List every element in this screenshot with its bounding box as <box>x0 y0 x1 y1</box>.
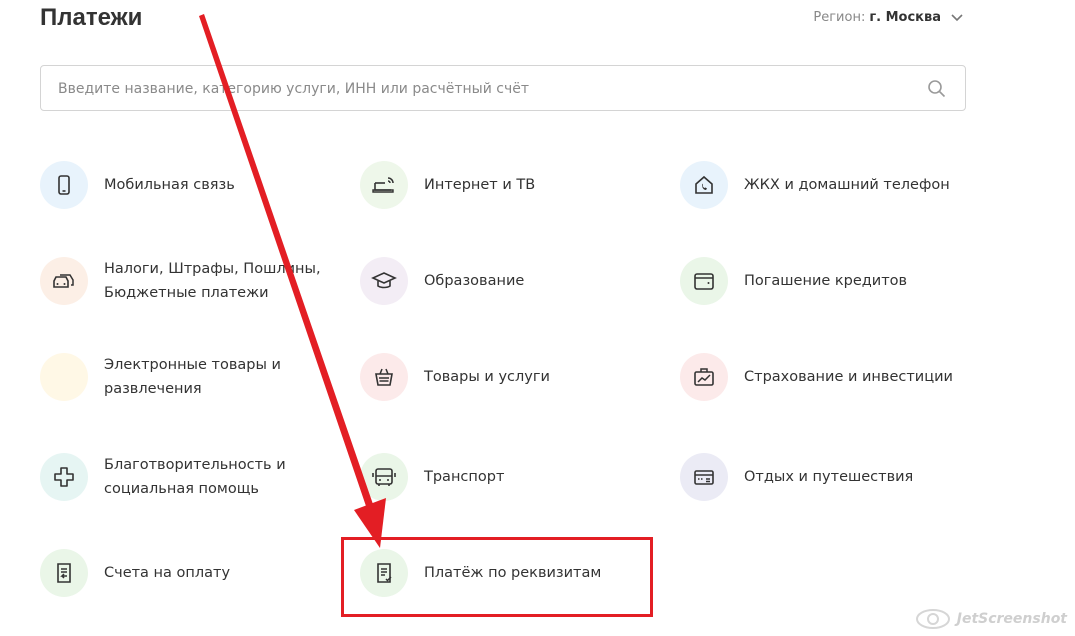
category-label: Налоги, Штрафы, Пошлины, Бюджетные плате… <box>104 261 321 301</box>
category-icon-bg <box>680 453 728 501</box>
router-icon <box>372 177 394 193</box>
category-education[interactable]: Образование <box>360 257 524 305</box>
category-icon-bg <box>680 161 728 209</box>
graduation-cap-icon <box>371 272 397 289</box>
region-value: г. Москва <box>869 10 941 25</box>
search-input[interactable] <box>56 66 920 112</box>
highlight-box <box>341 537 653 617</box>
search-icon[interactable] <box>927 79 947 99</box>
category-label: Погашение кредитов <box>744 273 908 289</box>
category-internet[interactable]: Интернет и ТВ <box>360 161 535 209</box>
category-label: Мобильная связь <box>104 177 235 193</box>
region-selector[interactable]: Регион: г. Москва <box>813 10 963 25</box>
category-icon-bg <box>40 161 88 209</box>
chevron-down-icon <box>951 13 963 21</box>
category-taxes[interactable]: Налоги, Штрафы, Пошлины, Бюджетные плате… <box>40 257 321 305</box>
category-icon-bg <box>40 549 88 597</box>
category-utilities[interactable]: ЖКХ и домашний телефон <box>680 161 950 209</box>
category-icon-bg <box>40 353 88 401</box>
cars-icon <box>53 274 74 288</box>
category-icon-bg <box>360 453 408 501</box>
category-label: Страхование и инвестиции <box>744 369 953 385</box>
smartphone-icon <box>58 175 70 195</box>
category-invoices[interactable]: Счета на оплату <box>40 549 230 597</box>
category-transport[interactable]: Транспорт <box>360 453 504 501</box>
category-icon-bg <box>360 161 408 209</box>
category-label: Товары и услуги <box>424 369 550 385</box>
category-icon-bg <box>360 353 408 401</box>
page-title: Платежи <box>40 4 143 31</box>
category-icon-bg <box>680 257 728 305</box>
category-icon-bg <box>40 453 88 501</box>
watermark-text: JetScreenshot <box>956 611 1067 627</box>
category-icon-bg <box>680 353 728 401</box>
category-charity[interactable]: Благотворительность и социальная помощь <box>40 453 286 501</box>
category-insurance[interactable]: Страхование и инвестиции <box>680 353 953 401</box>
category-goods-services[interactable]: Товары и услуги <box>360 353 550 401</box>
ticket-icon <box>694 470 714 485</box>
briefcase-chart-icon <box>694 368 714 386</box>
invoice-icon <box>57 563 71 583</box>
house-phone-icon <box>695 175 713 194</box>
watermark: JetScreenshot <box>913 606 1067 632</box>
category-label: Интернет и ТВ <box>424 177 536 193</box>
region-label: Регион: <box>813 10 866 25</box>
category-loans[interactable]: Погашение кредитов <box>680 257 907 305</box>
category-label: Счета на оплату <box>104 565 231 581</box>
bus-icon <box>372 468 396 486</box>
search-box <box>40 65 966 112</box>
basket-icon <box>375 368 393 386</box>
category-label: Отдых и путешествия <box>744 469 914 485</box>
category-label: ЖКХ и домашний телефон <box>744 177 950 193</box>
eye-icon <box>915 609 950 629</box>
category-icon-bg <box>40 257 88 305</box>
category-icon-bg <box>360 257 408 305</box>
category-label: Электронные товары и развлечения <box>104 357 281 397</box>
category-mobile[interactable]: Мобильная связь <box>40 161 235 209</box>
category-digital-goods[interactable]: Электронные товары и развлечения <box>40 353 281 401</box>
category-label: Образование <box>424 273 525 289</box>
cross-icon <box>54 467 74 487</box>
wallet-icon <box>694 273 714 290</box>
category-label: Транспорт <box>424 469 505 485</box>
category-label: Благотворительность и социальная помощь <box>104 457 286 497</box>
category-travel[interactable]: Отдых и путешествия <box>680 453 913 501</box>
